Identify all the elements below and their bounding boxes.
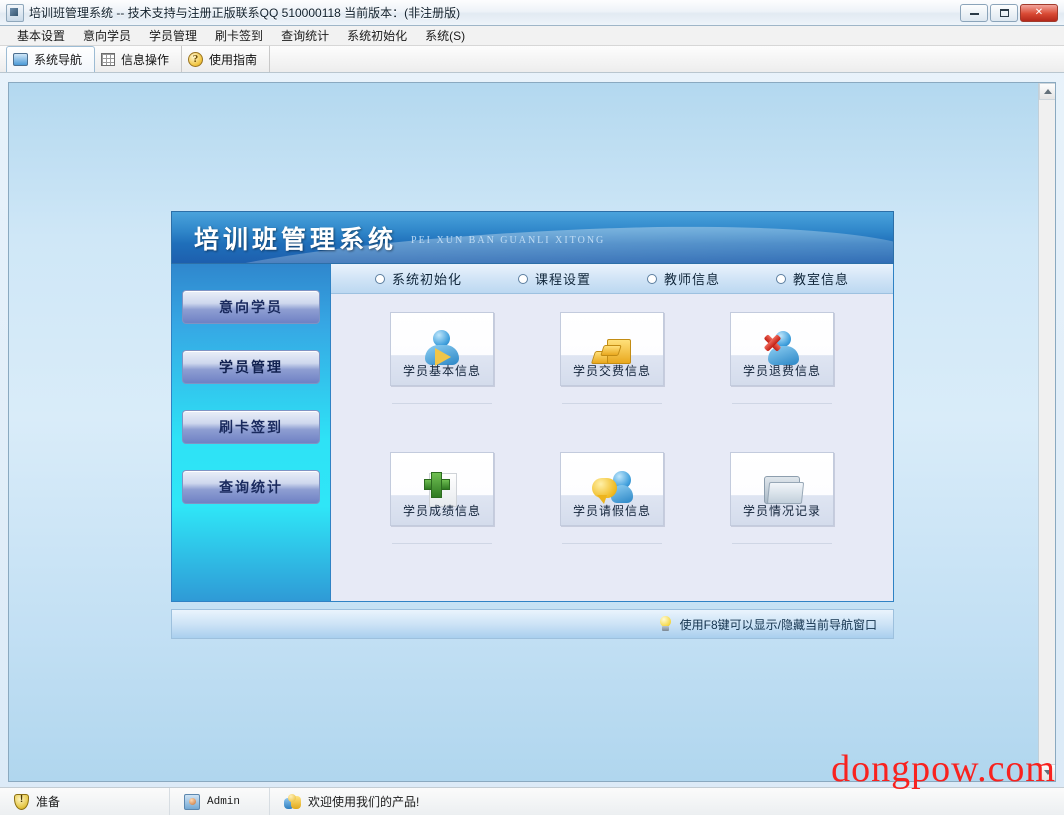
tile-underline (562, 397, 662, 404)
window-title: 培训班管理系统 -- 技术支持与注册正版联系QQ 510000118 当前版本：… (29, 6, 461, 20)
tile-underline (392, 537, 492, 544)
status-bar: 准备 Admin 欢迎使用我们的产品! (0, 787, 1064, 815)
minimize-icon (969, 10, 979, 15)
sidebar-button-student-management[interactable]: 学员管理 (182, 350, 320, 384)
tab-system-navigation-label: 系统导航 (34, 53, 83, 67)
status-cell-welcome: 欢迎使用我们的产品! (270, 788, 433, 815)
sidebar-button-card-signin[interactable]: 刷卡签到 (182, 410, 320, 444)
menu-item-card-signin[interactable]: 刷卡签到 (206, 25, 272, 46)
sidebar: 意向学员 学员管理 刷卡签到 查询统计 (171, 264, 331, 602)
sidebar-button-prospective-students[interactable]: 意向学员 (182, 290, 320, 324)
tile-underline (732, 537, 832, 544)
tile-label: 学员交费信息 (572, 364, 651, 378)
tile-student-payment-info[interactable]: 学员交费信息 (560, 312, 664, 404)
tab-teacher-info[interactable]: 教师信息 (646, 269, 720, 288)
toolbar: 系统导航 信息操作 ? 使用指南 (0, 46, 1064, 73)
tab-classroom-info-label: 教室信息 (792, 272, 849, 287)
tab-user-guide-label: 使用指南 (209, 52, 258, 67)
tile-label: 学员请假信息 (572, 503, 651, 518)
menu-item-query-statistics[interactable]: 查询统计 (272, 25, 338, 46)
status-cell-user: Admin (170, 788, 270, 815)
tab-row: 系统初始化 课程设置 教师信息 教室信息 (331, 264, 893, 294)
radio-icon[interactable] (517, 273, 528, 284)
radio-icon[interactable] (374, 273, 385, 284)
banner-title: 培训班管理系统 (194, 225, 398, 254)
hint-text: 使用F8键可以显示/隐藏当前导航窗口 (679, 617, 877, 632)
navigation-card: 培训班管理系统 PEI XUN BAN GUANLI XITONG 意向学员 学… (171, 211, 894, 651)
tile-student-situation-record[interactable]: 学员情况记录 (730, 451, 834, 544)
menu-bar: 基本设置 意向学员 学员管理 刷卡签到 查询统计 系统初始化 系统(S) (0, 26, 1064, 46)
people-icon (284, 793, 301, 810)
tab-course-settings[interactable]: 课程设置 (517, 269, 591, 288)
title-bar: 培训班管理系统 -- 技术支持与注册正版联系QQ 510000118 当前版本：… (0, 0, 1064, 26)
tile-student-refund-info[interactable]: 学员退费信息 (730, 312, 834, 404)
tab-teacher-info-label: 教师信息 (663, 272, 720, 287)
sidebar-button-query-statistics[interactable]: 查询统计 (182, 470, 320, 504)
chevron-up-icon (1043, 89, 1052, 94)
tab-user-guide[interactable]: ? 使用指南 (182, 46, 271, 72)
tile-student-basic-info[interactable]: 学员基本信息 (390, 312, 494, 404)
banner-subtitle: PEI XUN BAN GUANLI XITONG (411, 235, 606, 246)
tile-underline (732, 397, 832, 404)
vertical-scrollbar[interactable] (1038, 83, 1055, 781)
alert-shield-icon (14, 793, 29, 810)
tile-label: 学员成绩信息 (402, 503, 481, 518)
watermark: dongpow.com (831, 748, 1056, 790)
banner: 培训班管理系统 PEI XUN BAN GUANLI XITONG (171, 211, 894, 264)
tile-underline (392, 397, 492, 404)
content-panel: 系统初始化 课程设置 教师信息 教室信息 学员基本信息 学员交费信息 学员退费信… (331, 264, 894, 602)
client-area: 培训班管理系统 PEI XUN BAN GUANLI XITONG 意向学员 学… (8, 82, 1056, 782)
status-user-label: Admin (207, 795, 241, 808)
radio-icon[interactable] (775, 273, 786, 284)
menu-item-system-init[interactable]: 系统初始化 (338, 25, 416, 46)
minimize-button[interactable] (960, 3, 988, 22)
tile-label: 学员情况记录 (742, 503, 821, 518)
monitor-icon (13, 53, 28, 66)
window-controls: ✕ (960, 3, 1062, 22)
tile-student-grades-info[interactable]: 学员成绩信息 (390, 451, 494, 544)
user-account-icon (184, 793, 200, 810)
lightbulb-icon (659, 616, 672, 632)
tab-system-init[interactable]: 系统初始化 (374, 269, 462, 288)
grid-icon (101, 52, 116, 66)
hint-bar: 使用F8键可以显示/隐藏当前导航窗口 (171, 609, 894, 639)
tile-underline (562, 537, 662, 544)
tile-student-leave-info[interactable]: 学员请假信息 (560, 451, 664, 544)
tab-system-init-label: 系统初始化 (391, 272, 462, 287)
tab-info-operations-label: 信息操作 (121, 52, 170, 67)
tile-label: 学员退费信息 (742, 364, 821, 378)
help-icon: ? (188, 51, 204, 67)
maximize-icon (999, 8, 1009, 17)
radio-icon[interactable] (646, 273, 657, 284)
menu-item-prospective-students[interactable]: 意向学员 (74, 25, 140, 46)
application-window: 培训班管理系统 -- 技术支持与注册正版联系QQ 510000118 当前版本：… (0, 0, 1064, 815)
status-cell-ready: 准备 (0, 788, 170, 815)
tab-classroom-info[interactable]: 教室信息 (775, 269, 849, 288)
maximize-button[interactable] (990, 3, 1018, 22)
scroll-up-button[interactable] (1039, 83, 1055, 100)
tab-info-operations[interactable]: 信息操作 (95, 46, 183, 72)
tab-course-settings-label: 课程设置 (534, 272, 591, 287)
tile-label: 学员基本信息 (402, 364, 481, 378)
app-icon (6, 3, 24, 22)
menu-item-system[interactable]: 系统(S) (416, 25, 474, 46)
tile-grid: 学员基本信息 学员交费信息 学员退费信息 学员成绩信息 学员请假信息 学员情况记… (331, 294, 893, 601)
tab-system-navigation[interactable]: 系统导航 (6, 46, 96, 72)
navigation-body: 意向学员 学员管理 刷卡签到 查询统计 系统初始化 课程设置 教师信息 教室信息… (171, 264, 894, 602)
status-ready-label: 准备 (36, 795, 61, 809)
menu-item-student-management[interactable]: 学员管理 (140, 25, 206, 46)
menu-item-basic-settings[interactable]: 基本设置 (8, 25, 74, 46)
status-welcome-label: 欢迎使用我们的产品! (308, 795, 420, 809)
close-button[interactable]: ✕ (1020, 3, 1058, 22)
